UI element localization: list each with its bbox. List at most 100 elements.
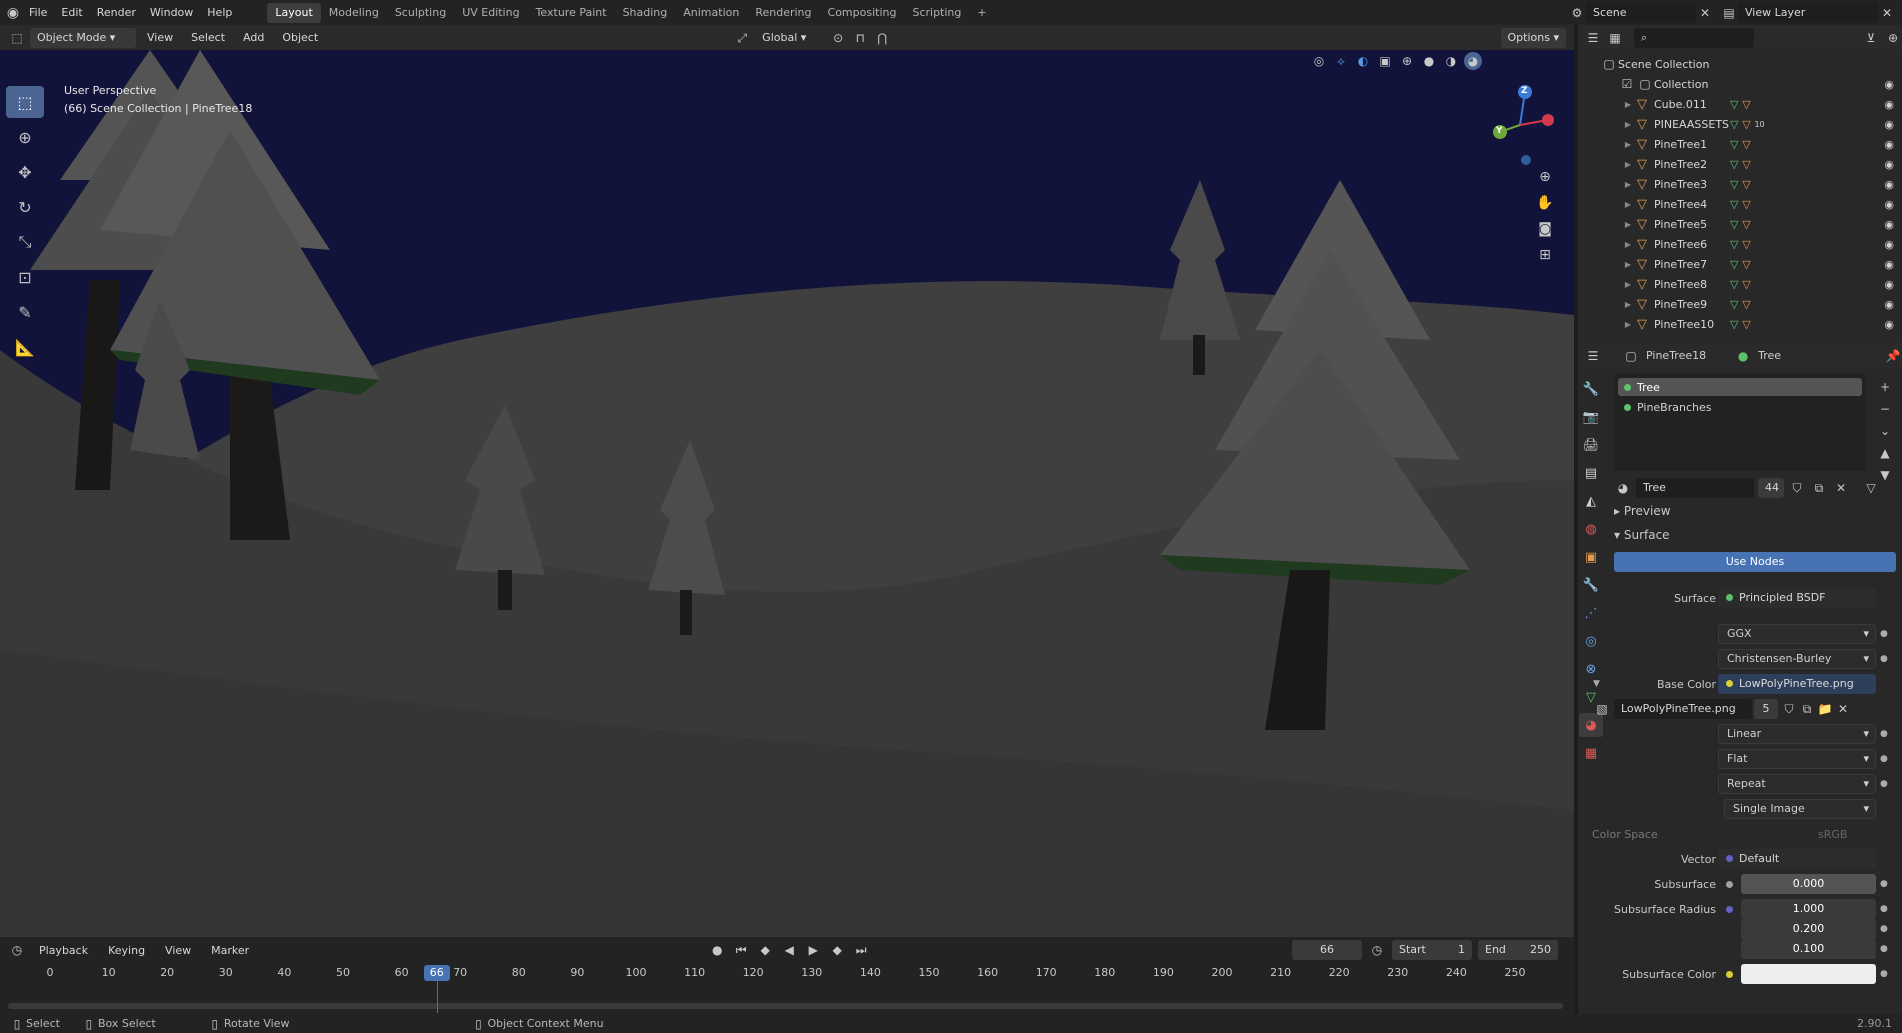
timeline-area[interactable]: 0 10 20 30 40 50 60 70 80 90 100 110 120 130 140 150 160… <box>0 963 1574 1018</box>
surface-shader-field[interactable]: Principled BSDF <box>1718 588 1876 608</box>
expand-arrow-icon[interactable]: ▶ <box>1622 320 1634 329</box>
pin-icon[interactable]: 📌 <box>1884 347 1902 365</box>
rotate-tool-icon[interactable]: ↻ <box>6 191 44 223</box>
panel-preview[interactable]: ▸ Preview <box>1614 504 1671 518</box>
timeline-editor-icon[interactable]: ◷ <box>8 941 26 959</box>
expand-arrow-icon[interactable]: ▶ <box>1622 200 1634 209</box>
add-slot-icon[interactable]: + <box>1876 378 1894 396</box>
eye-icon[interactable]: ◉ <box>1884 278 1894 291</box>
menu-edit[interactable]: Edit <box>54 0 89 25</box>
eye-icon[interactable]: ◉ <box>1884 238 1894 251</box>
frame-ruler[interactable]: 0 10 20 30 40 50 60 70 80 90 100 110 120 130 140 150 160… <box>0 963 1574 983</box>
overlay-icon[interactable]: ◐ <box>1354 52 1372 70</box>
current-frame-field[interactable]: 66 <box>1292 940 1362 960</box>
keyframe-dot[interactable]: ● <box>1880 924 1888 934</box>
tab-compositing[interactable]: Compositing <box>820 3 905 23</box>
outliner-item[interactable]: ▶ ▽ PineTree8 ▽ ▽ ◉ <box>1578 274 1902 294</box>
keyframe-dot[interactable]: ● <box>1880 904 1888 914</box>
image-browse-icon[interactable]: ▧ <box>1593 700 1611 718</box>
eye-icon[interactable]: ◉ <box>1884 98 1894 111</box>
keyframe-dot[interactable]: ● <box>1880 729 1888 739</box>
source-dropdown[interactable]: Single Image ▾ <box>1724 799 1876 819</box>
unlink-icon[interactable]: ✕ <box>1832 479 1850 497</box>
material-user-count[interactable]: 44 <box>1758 478 1784 498</box>
tab-shading[interactable]: Shading <box>615 3 676 23</box>
duplicate-icon[interactable]: ⧉ <box>1810 479 1828 497</box>
menu-keying[interactable]: Keying <box>101 938 152 963</box>
cursor-tool-icon[interactable]: ⊕ <box>6 121 44 153</box>
link-data-icon[interactable]: ▽ <box>1862 479 1880 497</box>
solid-shading-icon[interactable]: ● <box>1420 52 1438 70</box>
material-shading-icon[interactable]: ◑ <box>1442 52 1460 70</box>
filter-icon[interactable]: ⊻ <box>1862 29 1880 47</box>
orientation-icon[interactable]: ⤢ <box>733 29 751 47</box>
eye-icon[interactable]: ◉ <box>1884 298 1894 311</box>
zoom-icon[interactable]: ⊕ <box>1536 168 1554 186</box>
use-nodes-button[interactable]: Use Nodes <box>1614 552 1896 572</box>
display-mode-icon[interactable]: ▦ <box>1606 29 1624 47</box>
interpolation-dropdown[interactable]: Linear ▾ <box>1718 724 1876 744</box>
expand-arrow-icon[interactable]: ▶ <box>1622 180 1634 189</box>
expand-arrow-icon[interactable]: ▶ <box>1622 280 1634 289</box>
menu-file[interactable]: File <box>22 0 54 25</box>
outliner-item[interactable]: ▶ ▽ PineTree9 ▽ ▽ ◉ <box>1578 294 1902 314</box>
outliner-scene-collection[interactable]: ▢ Scene Collection <box>1578 54 1902 74</box>
remove-slot-icon[interactable]: − <box>1876 400 1894 418</box>
wireframe-shading-icon[interactable]: ⊕ <box>1398 52 1416 70</box>
outliner-item[interactable]: ▶ ▽ PineTree4 ▽ ▽ ◉ <box>1578 194 1902 214</box>
3d-viewport[interactable]: User Perspective (66) Scene Collection |… <box>0 50 1574 937</box>
expand-arrow-icon[interactable]: ▶ <box>1622 260 1634 269</box>
blender-logo-icon[interactable]: ◉ <box>4 4 22 22</box>
next-keyframe-icon[interactable]: ◆ <box>828 941 846 959</box>
outliner-item[interactable]: ▶ ▽ PineTree5 ▽ ▽ ◉ <box>1578 214 1902 234</box>
outliner-editor-icon[interactable]: ☰ <box>1584 29 1602 47</box>
vector-field[interactable]: Default <box>1718 849 1876 869</box>
measure-tool-icon[interactable]: 📐 <box>6 331 44 363</box>
outliner-item[interactable]: ▶ ▽ Cube.011 ▽ ▽ ◉ <box>1578 94 1902 114</box>
tab-animation[interactable]: Animation <box>675 3 747 23</box>
play-icon[interactable]: ▶ <box>804 941 822 959</box>
image-duplicate-icon[interactable]: ⧉ <box>1798 700 1816 718</box>
xray-icon[interactable]: ▣ <box>1376 52 1394 70</box>
view-layer-tab-icon[interactable]: ▤ <box>1579 461 1603 485</box>
prev-keyframe-icon[interactable]: ◆ <box>756 941 774 959</box>
proportional-icon[interactable]: ⋂ <box>873 29 891 47</box>
extension-dropdown[interactable]: Repeat ▾ <box>1718 774 1876 794</box>
pan-hand-icon[interactable]: ✋ <box>1536 194 1554 212</box>
new-collection-icon[interactable]: ⊕ <box>1884 29 1902 47</box>
clock-icon[interactable]: ◷ <box>1368 941 1386 959</box>
move-tool-icon[interactable]: ✥ <box>6 156 44 188</box>
pivot-icon[interactable]: ⊙ <box>829 29 847 47</box>
menu-timeline-view[interactable]: View <box>158 938 198 963</box>
menu-window[interactable]: Window <box>143 0 200 25</box>
transform-tool-icon[interactable]: ⊡ <box>6 261 44 293</box>
play-reverse-icon[interactable]: ◀ <box>780 941 798 959</box>
tab-sculpting[interactable]: Sculpting <box>387 3 454 23</box>
eye-icon[interactable]: ◉ <box>1884 118 1894 131</box>
image-name-field[interactable]: LowPolyPineTree.png <box>1614 699 1752 719</box>
browse-material-icon[interactable]: ◕ <box>1614 479 1632 497</box>
options-dropdown[interactable]: Options ▾ <box>1500 27 1566 48</box>
scene-tab-icon[interactable]: ◭ <box>1579 489 1603 513</box>
eye-icon[interactable]: ◉ <box>1884 218 1894 231</box>
view-layer-icon[interactable]: ▤ <box>1720 4 1738 22</box>
eye-icon[interactable]: ◉ <box>1884 78 1894 91</box>
world-tab-icon[interactable]: ◍ <box>1579 517 1603 541</box>
move-up-icon[interactable]: ▲ <box>1876 444 1894 462</box>
scene-icon[interactable]: ⚙ <box>1568 4 1586 22</box>
object-tab-icon[interactable]: ▣ <box>1579 545 1603 569</box>
distribution-dropdown[interactable]: GGX ▾ <box>1718 624 1876 644</box>
playhead[interactable]: 66 <box>423 965 450 981</box>
render-tab-icon[interactable]: 📷 <box>1579 405 1603 429</box>
annotate-tool-icon[interactable]: ✎ <box>6 296 44 328</box>
navigation-gizmo[interactable] <box>1480 80 1560 170</box>
keyframe-dot[interactable]: ● <box>1880 654 1888 664</box>
eye-icon[interactable]: ◉ <box>1884 158 1894 171</box>
menu-marker[interactable]: Marker <box>204 938 256 963</box>
material-name-field[interactable]: Tree <box>1636 478 1754 498</box>
color-space-value[interactable]: sRGB <box>1818 828 1847 841</box>
radius-z-field[interactable]: 0.100 <box>1741 939 1876 959</box>
tab-rendering[interactable]: Rendering <box>747 3 819 23</box>
add-workspace-button[interactable]: + <box>969 3 994 23</box>
fake-user-icon[interactable]: ⛉ <box>1788 479 1806 497</box>
